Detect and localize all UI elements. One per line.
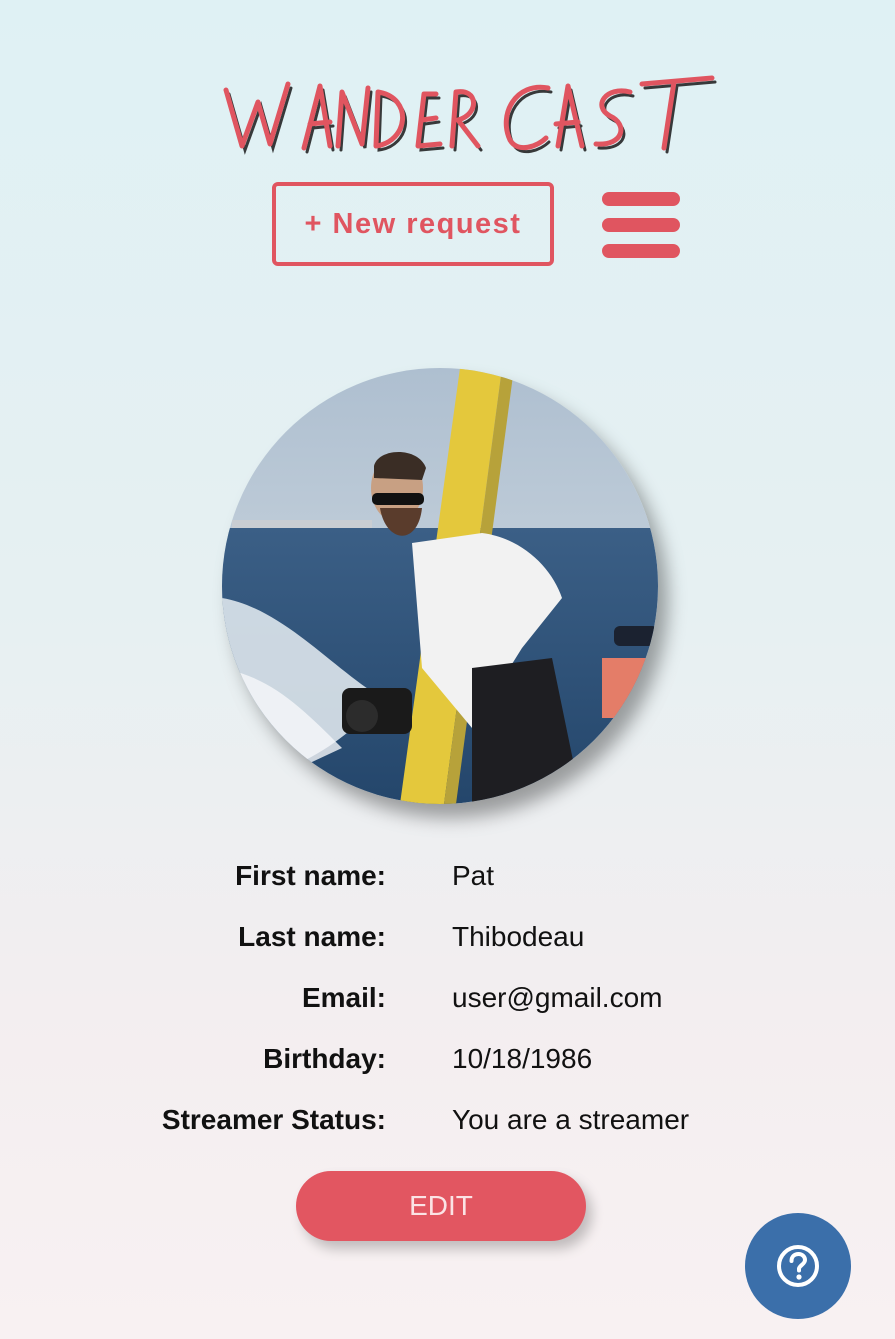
field-label: First name:: [235, 860, 386, 891]
field-value: user@gmail.com: [452, 982, 663, 1013]
field-last-name: Last name: Thibodeau: [0, 909, 895, 970]
field-value: You are a streamer: [452, 1104, 690, 1135]
field-birthday: Birthday: 10/18/1986: [0, 1031, 895, 1092]
field-first-name: First name: Pat: [0, 848, 895, 909]
help-question-icon: [777, 1245, 819, 1287]
new-request-button[interactable]: + New request: [272, 182, 554, 266]
field-label: Birthday:: [263, 1043, 386, 1074]
field-value: 10/18/1986: [452, 1043, 593, 1074]
field-value: Thibodeau: [452, 921, 585, 952]
profile-info: First name: Pat Last name: Thibodeau Ema…: [0, 848, 895, 1153]
field-value: Pat: [452, 860, 495, 891]
edit-button[interactable]: EDIT: [296, 1171, 586, 1241]
field-email: Email: user@gmail.com: [0, 970, 895, 1031]
hamburger-menu-icon[interactable]: [602, 192, 680, 258]
profile-photo: [222, 368, 658, 804]
field-label: Last name:: [238, 921, 386, 952]
field-streamer-status: Streamer Status: You are a streamer: [0, 1092, 895, 1153]
help-button[interactable]: [745, 1213, 851, 1319]
wandercast-logo[interactable]: [212, 62, 732, 162]
field-label: Streamer Status:: [161, 1104, 386, 1135]
field-label: Email:: [301, 982, 386, 1013]
